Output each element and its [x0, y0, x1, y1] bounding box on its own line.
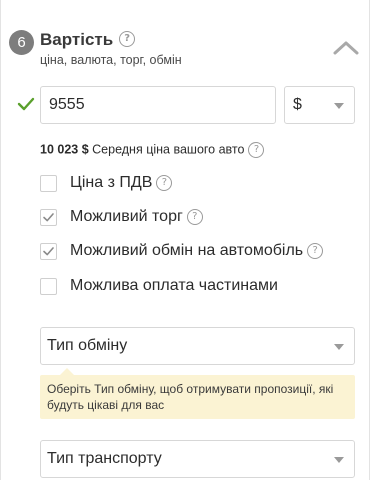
exchange-type-label: Тип обміну: [47, 337, 128, 354]
help-icon[interactable]: ?: [307, 242, 324, 259]
installments-checkbox[interactable]: [40, 278, 57, 295]
step-badge: 6: [9, 30, 34, 55]
currency-select[interactable]: $: [284, 86, 355, 124]
average-price: 10 023 $ Середня ціна вашого авто?: [40, 142, 265, 158]
exchange-label: Можливий обмін на автомобіль: [70, 242, 304, 259]
price-input[interactable]: [40, 86, 276, 124]
help-icon[interactable]: ?: [156, 174, 173, 191]
bargain-checkbox[interactable]: [40, 209, 57, 226]
exchange-hint: Оберіть Тип обміну, щоб отримувати пропо…: [40, 375, 355, 419]
transport-type-label: Тип транспорту: [47, 450, 162, 467]
chevron-down-icon: [334, 344, 344, 350]
section-subtitle: ціна, валюта, торг, обмін: [40, 53, 182, 67]
chevron-down-icon: [334, 457, 344, 463]
option-label: Можливий торг?: [70, 208, 203, 226]
option-label: Можливий обмін на автомобіль?: [70, 242, 324, 260]
exchange-type-select[interactable]: Тип обміну: [40, 327, 355, 365]
vat-label: Ціна з ПДВ: [70, 174, 153, 191]
price-section-header[interactable]: 6 Вартість? ціна, валюта, торг, обмін: [9, 28, 361, 70]
bargain-label: Можливий торг: [70, 208, 183, 225]
checkmark-icon: [43, 247, 54, 256]
chevron-down-icon: [334, 103, 344, 109]
installments-label: Можлива оплата частинами: [70, 277, 278, 294]
left-border: [0, 0, 1, 480]
currency-value: $: [293, 96, 302, 113]
section-title-text: Вартість: [40, 30, 114, 49]
hint-arrow: [60, 368, 74, 375]
help-icon[interactable]: ?: [186, 208, 203, 225]
exchange-checkbox[interactable]: [40, 243, 57, 260]
transport-type-select[interactable]: Тип транспорту: [40, 440, 355, 478]
check-valid-icon: [17, 97, 35, 111]
section-title: Вартість?: [40, 30, 136, 50]
average-price-label: Середня ціна вашого авто: [92, 142, 245, 157]
chevron-up-icon[interactable]: [333, 40, 359, 56]
checkmark-icon: [43, 213, 54, 222]
help-icon[interactable]: ?: [248, 142, 265, 158]
help-icon[interactable]: ?: [119, 30, 136, 47]
vat-checkbox[interactable]: [40, 175, 57, 192]
average-price-amount: 10 023 $: [40, 142, 89, 157]
price-row: $: [0, 86, 370, 126]
option-label: Ціна з ПДВ?: [70, 174, 173, 192]
